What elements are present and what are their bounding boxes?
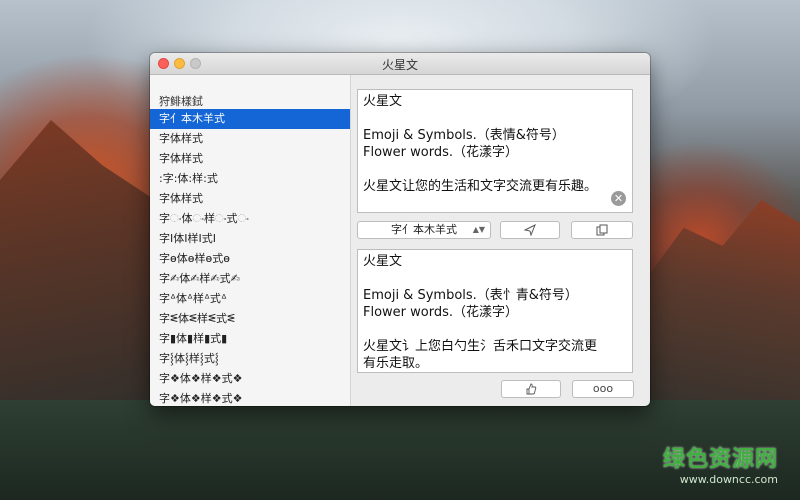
font-style-list-item[interactable]: 字ᓬ体ᓬ样ᓬ式ᓬ bbox=[150, 309, 350, 329]
watermark-url: www.downcc.com bbox=[679, 473, 778, 486]
font-style-list-item[interactable]: 字ⵏ体ⵏ样ⵏ式ⵏ bbox=[150, 229, 350, 249]
watermark-title: 绿色资源网 bbox=[662, 447, 778, 472]
thumbs-up-icon bbox=[526, 383, 537, 395]
input-text-line: 火星文 bbox=[363, 94, 403, 109]
footer-buttons: ooo bbox=[501, 380, 634, 398]
background-mountain bbox=[645, 200, 800, 430]
copy-button[interactable] bbox=[571, 221, 633, 239]
send-button[interactable] bbox=[500, 221, 560, 239]
input-text-line: Flower words.（花漾字） bbox=[363, 145, 519, 160]
font-style-list-item[interactable]: 字ᐞ体ᐞ样ᐞ式ᐞ bbox=[150, 289, 350, 309]
clear-circle-icon[interactable]: ✕ bbox=[611, 191, 626, 206]
font-style-select-value: 字亻本木羊式 bbox=[391, 223, 457, 236]
output-text-line bbox=[363, 321, 627, 338]
background-mountain bbox=[0, 120, 170, 420]
font-style-list-item[interactable]: 字✍体✍样✍式✍ bbox=[150, 269, 350, 289]
window-title: 火星文 bbox=[381, 58, 418, 72]
font-style-select[interactable]: 字亻本木羊式 ▲▼ bbox=[357, 221, 491, 239]
font-style-list-item[interactable]: :字:体:样:式 bbox=[150, 169, 350, 189]
output-text-line bbox=[363, 270, 627, 287]
font-style-list-item[interactable]: 字▮体▮样▮式▮ bbox=[150, 329, 350, 349]
conversion-toolbar: 字亻本木羊式 ▲▼ bbox=[357, 221, 633, 241]
output-text-line: 火星文 bbox=[363, 254, 403, 269]
app-window: 火星文 狩鲱樣鉽 字亻本木羊式 字体样式 字体样式:字:体:样:式 字体样式 字ං体ං样… bbox=[150, 53, 650, 406]
font-style-list-item[interactable]: 字体样式 bbox=[150, 189, 350, 209]
font-style-list-item[interactable]: 字ං体ං样ං式ං bbox=[150, 209, 350, 229]
font-style-list-item[interactable]: 字体样式 bbox=[150, 129, 350, 149]
more-label: ooo bbox=[592, 382, 614, 395]
input-text-line bbox=[363, 110, 627, 127]
font-style-sidebar: 狩鲱樣鉽 字亻本木羊式 字体样式 字体样式:字:体:样:式 字体样式 字ං体ං样ං式ං 字… bbox=[150, 75, 351, 406]
like-button[interactable] bbox=[501, 380, 561, 398]
output-text-line: Flower words.（花漾字） bbox=[363, 305, 519, 320]
input-text-area[interactable]: 火星文 Emoji & Symbols.（表情&符号） Flower words.（… bbox=[357, 89, 633, 213]
font-style-list-item[interactable]: 字体样式 bbox=[150, 149, 350, 169]
font-style-list-item[interactable]: 字❖体❖样❖式❖ bbox=[150, 389, 350, 406]
font-style-list-item[interactable]: 字❖体❖样❖式❖ bbox=[150, 369, 350, 389]
font-style-list-item[interactable]: 字⸾体⸾样⸾式⸾ bbox=[150, 349, 350, 369]
sidebar-header: 狩鲱樣鉽 bbox=[159, 95, 203, 108]
font-style-list[interactable]: 字亻本木羊式 字体样式 字体样式:字:体:样:式 字体样式 字ං体ං样ං式ං 字ⵏ体ⵏ样ⵏ… bbox=[150, 109, 350, 406]
font-style-list-item[interactable]: 字亻本木羊式 bbox=[150, 109, 350, 129]
site-watermark: 绿色资源网 www.downcc.com bbox=[663, 441, 778, 486]
send-icon bbox=[523, 223, 536, 237]
copy-icon bbox=[596, 224, 608, 236]
input-text-line: 火星文让您的生活和文字交流更有乐趣。 bbox=[363, 179, 598, 194]
input-text-line bbox=[363, 161, 627, 178]
select-arrows-icon: ▲▼ bbox=[472, 225, 485, 234]
title-bar[interactable]: 火星文 bbox=[150, 53, 650, 75]
font-style-list-item[interactable]: 字ɵ体ɵ样ɵ式ɵ bbox=[150, 249, 350, 269]
output-text-line: Emoji & Symbols.（表忄青&符号） bbox=[363, 288, 578, 303]
output-text-line: 火星文讠上您白勺生氵舌禾口文字交流更 bbox=[363, 339, 598, 354]
output-text-line: 有乐走取。 bbox=[363, 356, 429, 371]
more-button[interactable]: ooo bbox=[572, 380, 634, 398]
output-text-area[interactable]: 火星文 Emoji & Symbols.（表忄青&符号） Flower words.… bbox=[357, 249, 633, 373]
input-text-line: Emoji & Symbols.（表情&符号） bbox=[363, 128, 565, 143]
